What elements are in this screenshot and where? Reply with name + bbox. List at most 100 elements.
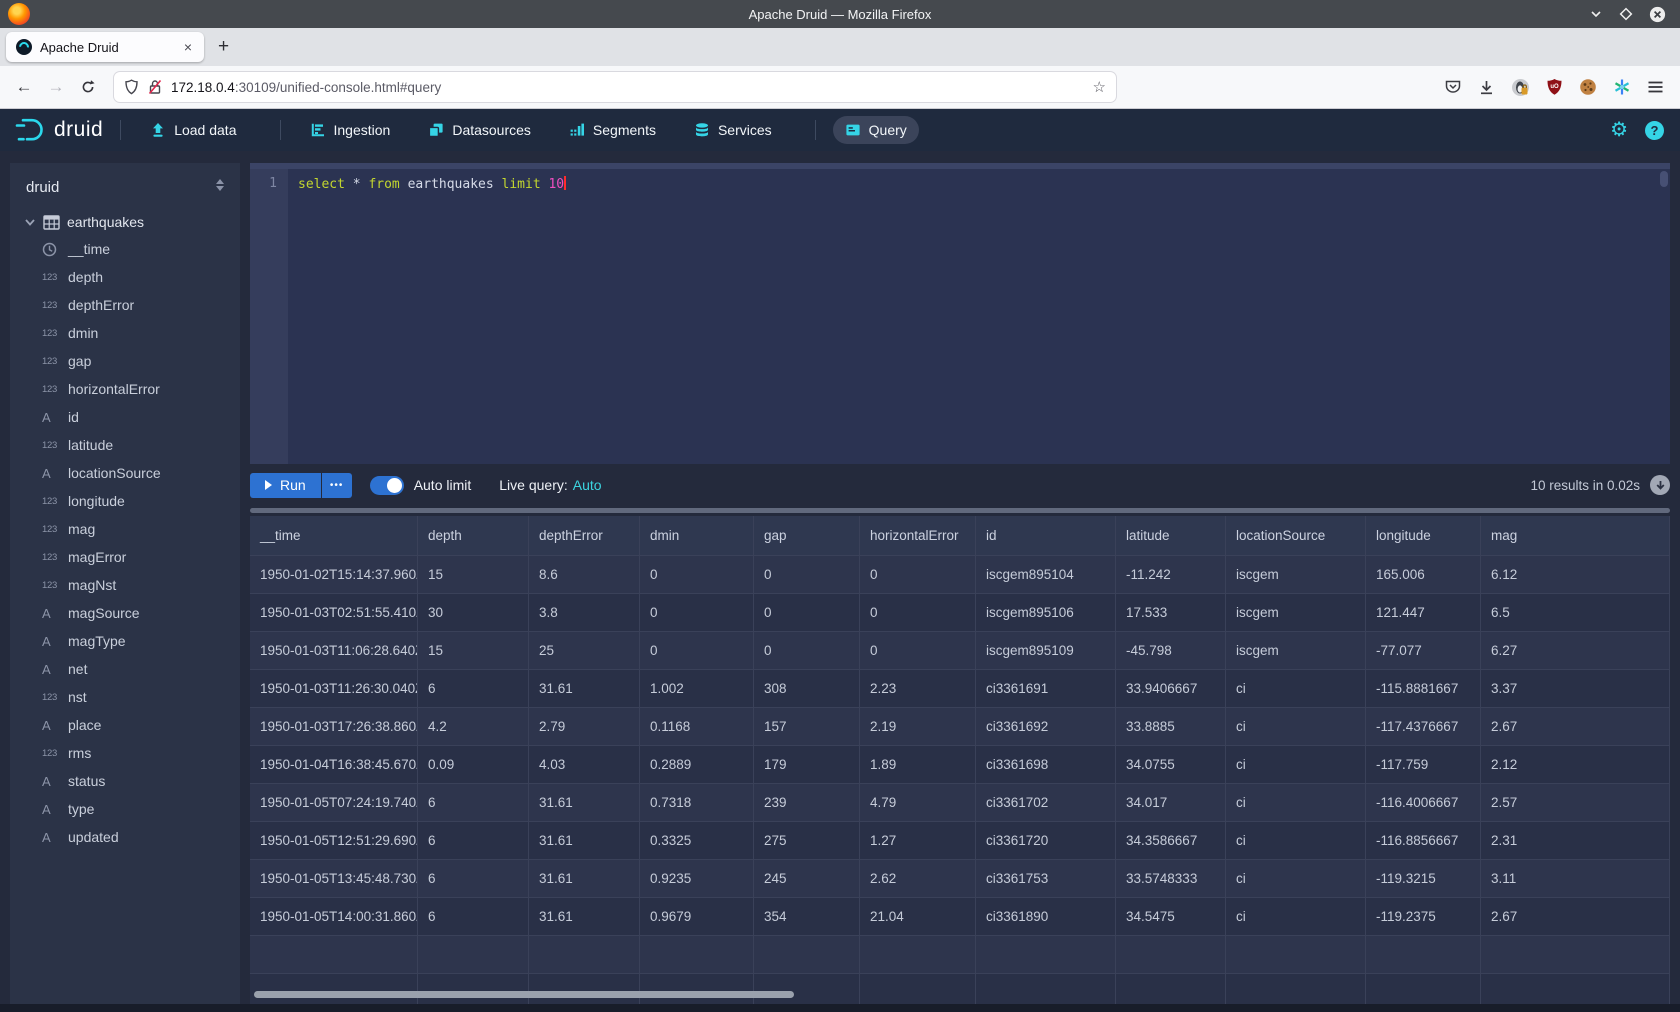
cell-id[interactable]: ci3361698 <box>976 746 1116 784</box>
auto-limit-toggle[interactable] <box>370 476 404 495</box>
pane-splitter-handle[interactable] <box>250 508 1670 513</box>
cell-longitude[interactable]: -119.3215 <box>1366 860 1481 898</box>
sort-caret-icon[interactable] <box>214 178 226 197</box>
cell-__time[interactable]: 1950-01-05T12:51:29.690Z <box>250 822 418 860</box>
cell-horizontalError[interactable]: 1.27 <box>860 822 976 860</box>
run-more-button[interactable]: ••• <box>322 473 352 498</box>
cell-gap[interactable]: 0 <box>754 594 860 632</box>
sidebar-column-type[interactable]: Atype <box>10 795 240 823</box>
nav-item-query[interactable]: Query <box>833 116 919 144</box>
sidebar-column-updated[interactable]: Aupdated <box>10 823 240 851</box>
cell-__time[interactable]: 1950-01-02T15:14:37.960Z <box>250 556 418 594</box>
run-button[interactable]: Run <box>250 473 321 498</box>
settings-gear-icon[interactable]: ⚙ <box>1610 120 1628 140</box>
sidebar-column-id[interactable]: Aid <box>10 403 240 431</box>
cell-depth[interactable]: 15 <box>418 556 529 594</box>
cell-dmin[interactable]: 0.2889 <box>640 746 754 784</box>
nav-item-services[interactable]: Services <box>682 116 784 144</box>
sidebar-column-__time[interactable]: __time <box>10 235 240 263</box>
sidebar-column-magType[interactable]: AmagType <box>10 627 240 655</box>
sidebar-column-gap[interactable]: 123gap <box>10 347 240 375</box>
live-query-label[interactable]: Live query:Auto <box>499 477 601 493</box>
nav-item-datasources[interactable]: Datasources <box>416 116 543 144</box>
cell-horizontalError[interactable]: 2.19 <box>860 708 976 746</box>
window-close-icon[interactable] <box>1649 6 1666 23</box>
cell-mag[interactable]: 2.31 <box>1481 822 1670 860</box>
cell-depthError[interactable]: 31.61 <box>529 670 640 708</box>
download-results-icon[interactable] <box>1650 475 1670 495</box>
cell-gap[interactable]: 245 <box>754 860 860 898</box>
tracking-protection-shield-icon[interactable] <box>124 79 139 95</box>
cell-horizontalError[interactable]: 2.62 <box>860 860 976 898</box>
new-tab-button[interactable]: + <box>218 36 229 58</box>
window-minimize-icon[interactable] <box>1589 7 1603 21</box>
sql-editor[interactable]: 1 select * from earthquakes limit 10 <box>250 163 1670 464</box>
cell-mag[interactable]: 3.11 <box>1481 860 1670 898</box>
cell-depthError[interactable]: 3.8 <box>529 594 640 632</box>
cell-id[interactable]: iscgem895104 <box>976 556 1116 594</box>
cell-mag[interactable]: 2.12 <box>1481 746 1670 784</box>
extension-penguin-icon[interactable] <box>1511 78 1530 97</box>
cell-locationSource[interactable]: ci <box>1226 670 1366 708</box>
help-icon[interactable]: ? <box>1645 121 1664 140</box>
cell-dmin[interactable]: 0.3325 <box>640 822 754 860</box>
cell-locationSource[interactable]: ci <box>1226 708 1366 746</box>
cell-gap[interactable]: 0 <box>754 556 860 594</box>
cell-id[interactable]: ci3361702 <box>976 784 1116 822</box>
column-header-gap[interactable]: gap <box>754 516 860 556</box>
cell-depthError[interactable]: 31.61 <box>529 898 640 936</box>
cell-gap[interactable]: 308 <box>754 670 860 708</box>
cell-locationSource[interactable]: iscgem <box>1226 556 1366 594</box>
cell-latitude[interactable]: -45.798 <box>1116 632 1226 670</box>
cell-gap[interactable]: 354 <box>754 898 860 936</box>
cell-mag[interactable]: 3.37 <box>1481 670 1670 708</box>
insecure-lock-icon[interactable] <box>148 79 162 95</box>
cell-locationSource[interactable]: ci <box>1226 784 1366 822</box>
cell-depthError[interactable]: 31.61 <box>529 784 640 822</box>
cell-__time[interactable]: 1950-01-03T11:06:28.640Z <box>250 632 418 670</box>
nav-item-segments[interactable]: Segments <box>557 116 668 144</box>
cell-depth[interactable]: 6 <box>418 860 529 898</box>
cell-longitude[interactable]: -116.4006667 <box>1366 784 1481 822</box>
cell-depth[interactable]: 6 <box>418 822 529 860</box>
cell-latitude[interactable]: -11.242 <box>1116 556 1226 594</box>
cell-locationSource[interactable]: iscgem <box>1226 632 1366 670</box>
horizontal-scrollbar-thumb[interactable] <box>254 991 794 998</box>
reload-button[interactable] <box>72 79 104 95</box>
cell-depth[interactable]: 30 <box>418 594 529 632</box>
cell-longitude[interactable]: 121.447 <box>1366 594 1481 632</box>
column-header-mag[interactable]: mag <box>1481 516 1670 556</box>
sidebar-column-dmin[interactable]: 123dmin <box>10 319 240 347</box>
cell-depth[interactable]: 4.2 <box>418 708 529 746</box>
cell-horizontalError[interactable]: 1.89 <box>860 746 976 784</box>
ublock-origin-icon[interactable]: uO <box>1546 78 1563 96</box>
cell-depthError[interactable]: 8.6 <box>529 556 640 594</box>
cell-latitude[interactable]: 33.9406667 <box>1116 670 1226 708</box>
cell-horizontalError[interactable]: 0 <box>860 632 976 670</box>
cell-longitude[interactable]: -117.4376667 <box>1366 708 1481 746</box>
column-header-depth[interactable]: depth <box>418 516 529 556</box>
cell-id[interactable]: ci3361753 <box>976 860 1116 898</box>
sidebar-table-earthquakes[interactable]: earthquakes <box>10 209 240 235</box>
bookmark-star-icon[interactable]: ☆ <box>1093 78 1106 96</box>
window-maximize-icon[interactable] <box>1619 7 1633 21</box>
sidebar-column-place[interactable]: Aplace <box>10 711 240 739</box>
druid-logo[interactable]: druid <box>14 117 103 143</box>
cell-depthError[interactable]: 2.79 <box>529 708 640 746</box>
cell-dmin[interactable]: 0.9235 <box>640 860 754 898</box>
cell-id[interactable]: ci3361890 <box>976 898 1116 936</box>
cell-depth[interactable]: 6 <box>418 898 529 936</box>
cell-depthError[interactable]: 4.03 <box>529 746 640 784</box>
cell-longitude[interactable]: -119.2375 <box>1366 898 1481 936</box>
cell-longitude[interactable]: -116.8856667 <box>1366 822 1481 860</box>
cell-dmin[interactable]: 0.7318 <box>640 784 754 822</box>
cell-mag[interactable]: 6.12 <box>1481 556 1670 594</box>
cell-latitude[interactable]: 34.3586667 <box>1116 822 1226 860</box>
cell-locationSource[interactable]: iscgem <box>1226 594 1366 632</box>
cell-latitude[interactable]: 34.0755 <box>1116 746 1226 784</box>
cell-__time[interactable]: 1950-01-05T14:00:31.860Z <box>250 898 418 936</box>
cell-depth[interactable]: 0.09 <box>418 746 529 784</box>
cell-mag[interactable]: 2.67 <box>1481 898 1670 936</box>
column-header-depthError[interactable]: depthError <box>529 516 640 556</box>
cell-depth[interactable]: 6 <box>418 784 529 822</box>
